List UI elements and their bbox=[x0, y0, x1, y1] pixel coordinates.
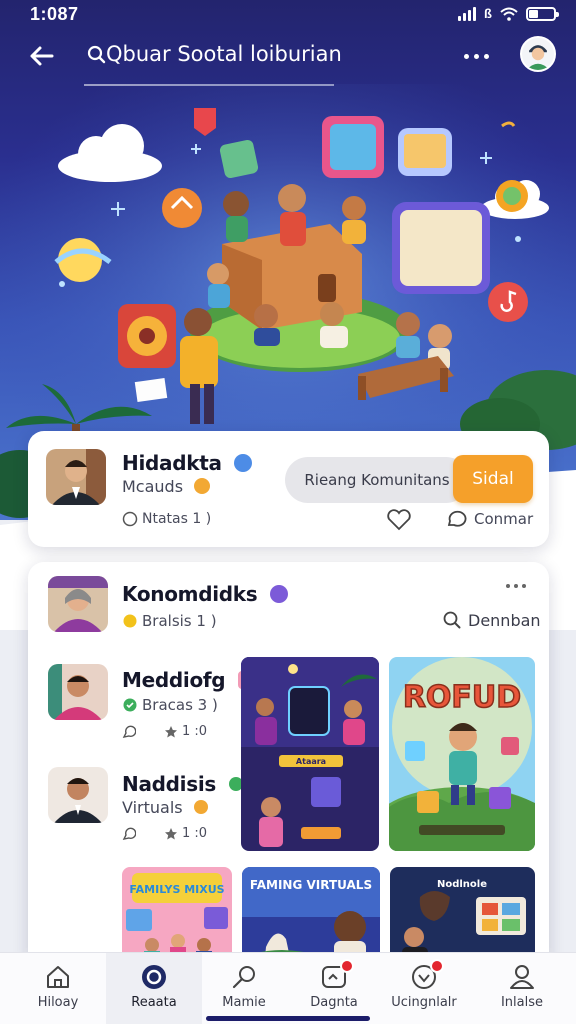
sun-icon bbox=[123, 614, 137, 628]
reply-icon[interactable] bbox=[122, 827, 136, 841]
community-title: Konomdidks bbox=[122, 582, 258, 606]
member-avatar[interactable] bbox=[48, 664, 108, 720]
status-time: 1:087 bbox=[30, 4, 79, 24]
comment-button[interactable]: Conmar bbox=[446, 509, 533, 529]
nav-label: Reaata bbox=[131, 995, 177, 1010]
comment-icon bbox=[447, 510, 467, 527]
comment-label: Conmar bbox=[474, 510, 534, 528]
card-more-button[interactable] bbox=[506, 584, 526, 588]
primary-action-button[interactable]: Sidal bbox=[453, 455, 533, 503]
search-input[interactable]: Qbuar Sootal loiburian bbox=[84, 40, 342, 86]
nav-label: Dagnta bbox=[310, 995, 358, 1010]
community-search-button[interactable]: Dennban bbox=[442, 610, 541, 630]
thumbnail-title: ROFUD bbox=[403, 680, 521, 715]
thumbnail-label: Nodlnole bbox=[437, 879, 487, 890]
search-icon bbox=[232, 966, 255, 989]
nav-item-home[interactable]: Hiloay bbox=[10, 953, 106, 1024]
home-icon bbox=[47, 966, 69, 988]
back-arrow-icon[interactable] bbox=[26, 40, 58, 72]
circle-icon bbox=[122, 511, 138, 527]
check-icon bbox=[123, 698, 137, 712]
media-thumbnail[interactable]: ROFUD bbox=[389, 657, 535, 851]
nav-label: Ucingnlalr bbox=[391, 995, 457, 1010]
more-options-button[interactable] bbox=[456, 44, 496, 68]
profile-avatar[interactable] bbox=[520, 36, 556, 72]
bottom-navigation: Hiloay Reaata Mamie Dagnta Ucingnlalr In… bbox=[0, 952, 576, 1024]
thumbnail-image: Nodlnole bbox=[390, 867, 535, 962]
emoji-icon bbox=[193, 799, 208, 814]
media-thumbnail[interactable]: FAMING VIRTUALS bbox=[242, 867, 380, 962]
nav-item-search[interactable]: Mamie bbox=[196, 953, 292, 1024]
status-bar: 1:087 ß bbox=[0, 0, 576, 30]
post-meta: Ntatas 1 ) bbox=[142, 511, 212, 527]
nav-label: Inlalse bbox=[500, 995, 544, 1010]
member-meta: Bracas 3 ) bbox=[142, 696, 218, 714]
thumbnail-label: Ataara bbox=[296, 757, 326, 766]
search-text: Qbuar Sootal loiburian bbox=[106, 42, 342, 66]
author-subtitle: Mcauds bbox=[122, 477, 184, 496]
member-meta: Virtuals bbox=[122, 798, 183, 817]
app-bar: Qbuar Sootal loiburian bbox=[0, 30, 576, 86]
community-avatar[interactable] bbox=[48, 576, 108, 632]
heart-icon[interactable] bbox=[386, 508, 412, 532]
member-avatar[interactable] bbox=[48, 767, 108, 823]
community-badge-icon bbox=[270, 584, 289, 603]
nav-label: Mamie bbox=[222, 995, 266, 1010]
signal-icon bbox=[458, 6, 477, 21]
post-card: Hidadkta Mcauds Ntatas 1 ) Rieang Komuni… bbox=[28, 431, 549, 547]
member-name: Naddisis bbox=[122, 772, 216, 796]
nav-item-profile[interactable]: Inlalse bbox=[474, 953, 570, 1024]
avatar[interactable] bbox=[46, 449, 106, 505]
media-thumbnail[interactable]: Ataara bbox=[241, 657, 379, 851]
member-stat: 1 :0 bbox=[182, 826, 208, 841]
star-icon[interactable] bbox=[164, 725, 178, 739]
thumbnail-image: ROFUD bbox=[389, 657, 535, 851]
notification-badge bbox=[430, 959, 444, 973]
member-stat: 1 :0 bbox=[182, 724, 208, 739]
nav-item-record[interactable]: Reaata bbox=[106, 953, 202, 1024]
notification-badge bbox=[340, 959, 354, 973]
record-icon bbox=[142, 965, 166, 989]
search-label: Dennban bbox=[468, 610, 541, 630]
reply-icon[interactable] bbox=[122, 725, 136, 739]
verified-badge-icon bbox=[234, 453, 253, 472]
nav-label: Hiloay bbox=[37, 995, 79, 1010]
thumbnail-image: Ataara bbox=[241, 657, 379, 851]
community-card: Konomdidks Bralsis 1 ) Dennban Meddiofg … bbox=[28, 562, 549, 962]
emoji-icon bbox=[194, 477, 211, 494]
thumbnail-label: FAMILYS MIXUS bbox=[129, 883, 224, 896]
community-button[interactable]: Rieang Komunitans bbox=[285, 457, 469, 503]
profile-icon bbox=[510, 965, 534, 989]
star-icon[interactable] bbox=[164, 827, 178, 841]
media-thumbnail[interactable]: Nodlnole bbox=[390, 867, 535, 962]
media-thumbnail[interactable]: FAMILYS MIXUS bbox=[122, 867, 232, 962]
home-indicator bbox=[206, 1016, 370, 1021]
search-icon bbox=[443, 611, 461, 629]
thumbnail-image: FAMILYS MIXUS bbox=[122, 867, 232, 962]
battery-icon bbox=[526, 6, 559, 21]
community-subtitle: Bralsis 1 ) bbox=[142, 612, 217, 630]
nav-item-favorites[interactable]: Ucingnlalr bbox=[376, 953, 472, 1024]
search-icon bbox=[87, 45, 106, 64]
wifi-icon bbox=[500, 7, 518, 21]
thumbnail-label: FAMING VIRTUALS bbox=[250, 878, 372, 892]
author-name: Hidadkta bbox=[122, 451, 222, 475]
thumbnail-image: FAMING VIRTUALS bbox=[242, 867, 380, 962]
bluetooth-icon: ß bbox=[484, 6, 492, 21]
nav-item-tools[interactable]: Dagnta bbox=[286, 953, 382, 1024]
member-name: Meddiofg bbox=[122, 668, 226, 692]
